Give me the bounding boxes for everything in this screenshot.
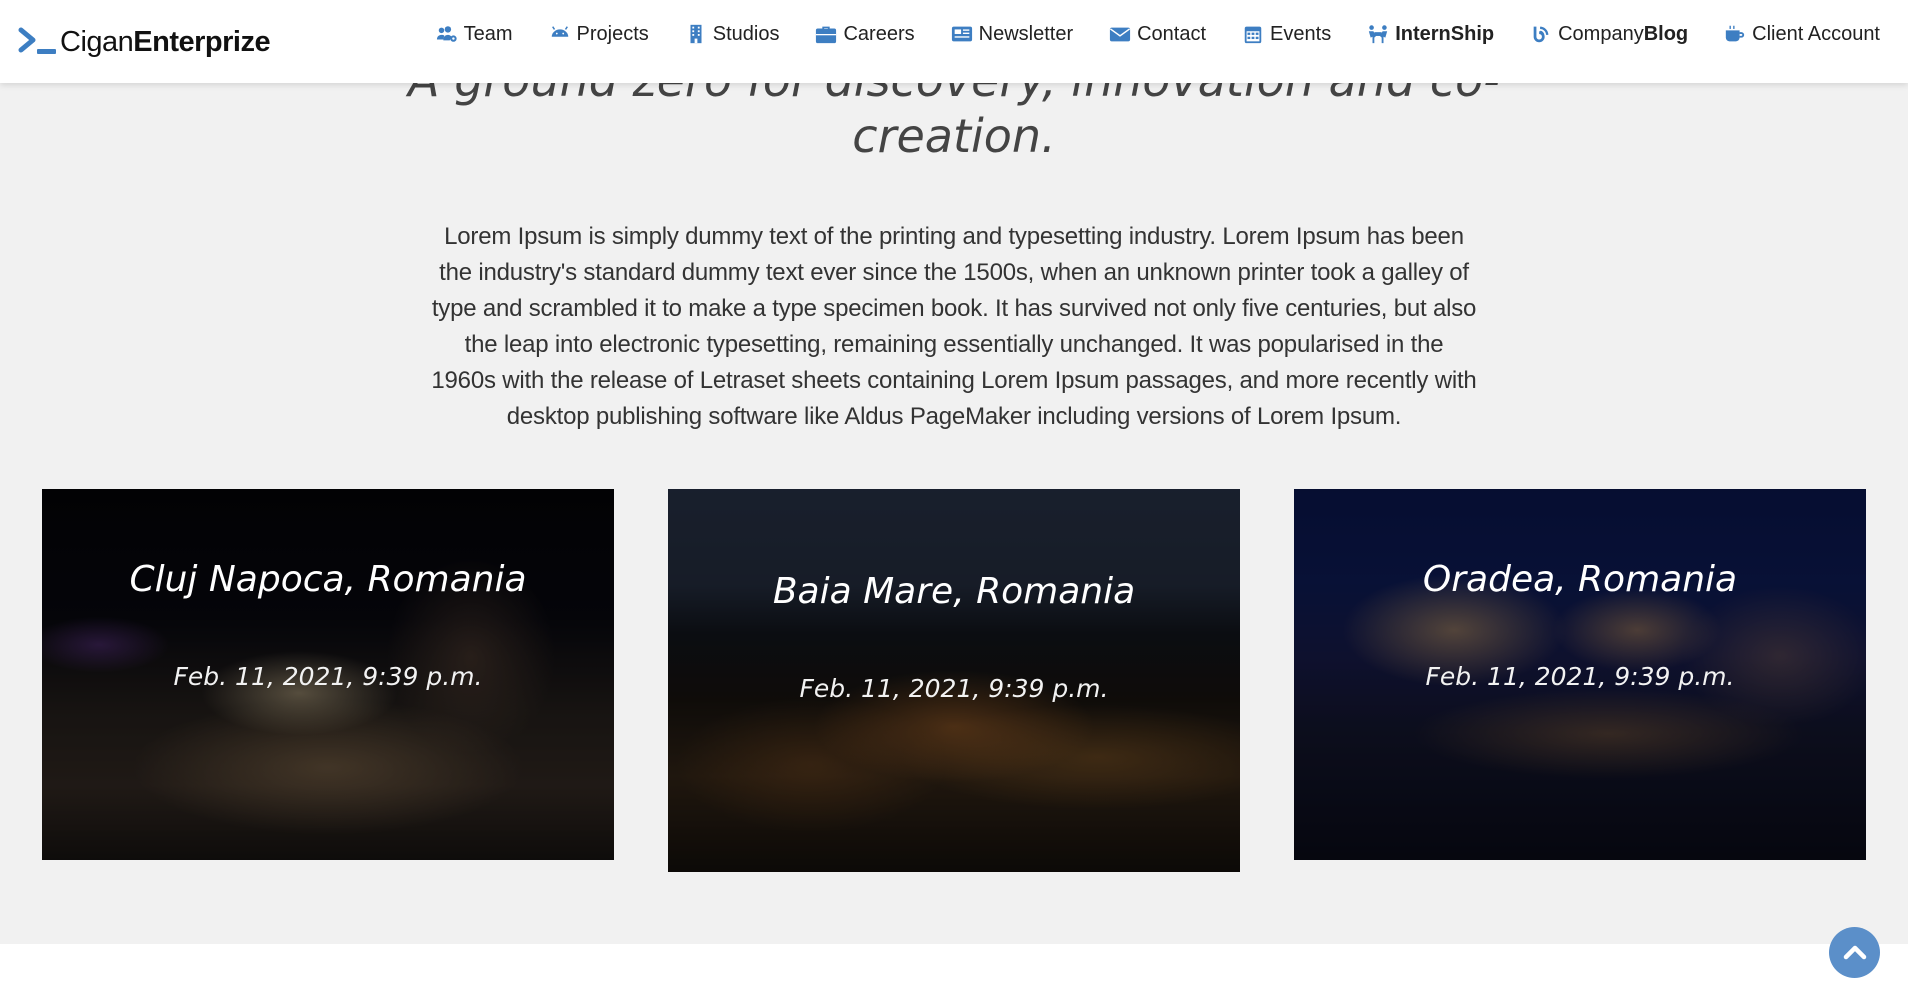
nav-item-label: InternShip — [1395, 22, 1495, 45]
users-cog-icon — [436, 26, 457, 42]
nav-item-label-bold: Blog — [1643, 22, 1689, 45]
people-carry-icon — [1369, 25, 1388, 44]
nav-item-label: Team — [463, 22, 513, 45]
briefcase-icon — [816, 26, 837, 44]
nav-item-label: Client Account — [1752, 22, 1880, 45]
terminal-prompt-icon — [18, 27, 56, 54]
page: A ground zero for discovery, innovation … — [0, 0, 1908, 1006]
brand-name-bold: Enterprize — [133, 25, 271, 58]
nav-item-newsletter[interactable]: Newsletter — [951, 23, 1073, 46]
nav-item-team[interactable]: Team — [436, 23, 513, 46]
android-icon — [551, 26, 568, 37]
nav-item-contact[interactable]: Contact — [1109, 23, 1206, 46]
coffee-icon — [1725, 25, 1745, 42]
nav-item-projects[interactable]: Projects — [549, 23, 649, 46]
blog-icon — [1533, 26, 1549, 43]
card-title: Cluj Napoca, Romania — [129, 559, 527, 600]
nav-item-label: CompanyBlog — [1558, 23, 1688, 46]
chevron-up-icon — [1843, 945, 1866, 959]
nav-item-client-account[interactable]: Client Account — [1724, 23, 1880, 46]
event-card-oradea[interactable]: Oradea, Romania Feb. 11, 2021, 9:39 p.m. — [1294, 489, 1866, 860]
newspaper-icon — [951, 26, 972, 42]
discovery-section: A ground zero for discovery, innovation … — [0, 0, 1908, 944]
nav-item-internship[interactable]: InternShip — [1367, 23, 1494, 46]
card-title: Baia Mare, Romania — [772, 571, 1136, 612]
brand-name-light: Cigan — [60, 25, 134, 58]
nav-item-company-blog[interactable]: CompanyBlog — [1530, 23, 1688, 46]
scroll-to-top-button[interactable] — [1829, 927, 1880, 978]
top-navbar: Cigan Enterprize Team Projects Studios Ca… — [0, 0, 1908, 83]
main-nav: Team Projects Studios Careers Newsletter… — [436, 0, 1880, 68]
nav-item-studios[interactable]: Studios — [685, 22, 780, 46]
building-icon — [690, 24, 702, 44]
brand-logo[interactable]: Cigan Enterprize — [18, 22, 271, 62]
section-body-text: Lorem Ipsum is simply dummy text of the … — [431, 223, 1477, 430]
event-card-cluj[interactable]: Cluj Napoca, Romania Feb. 11, 2021, 9:39… — [42, 489, 614, 860]
event-card-baia-mare[interactable]: Baia Mare, Romania Feb. 11, 2021, 9:39 p… — [668, 489, 1240, 872]
envelope-icon — [1110, 27, 1131, 42]
card-date: Feb. 11, 2021, 9:39 p.m. — [799, 674, 1109, 703]
calendar-icon — [1244, 26, 1262, 44]
nav-item-label: Events — [1270, 22, 1332, 45]
nav-item-label: Contact — [1137, 22, 1207, 45]
card-title: Oradea, Romania — [1422, 559, 1738, 600]
nav-item-label: Newsletter — [978, 22, 1074, 45]
nav-item-label: Studios — [712, 22, 780, 45]
card-date: Feb. 11, 2021, 9:39 p.m. — [1425, 662, 1735, 691]
nav-item-events[interactable]: Events — [1242, 23, 1331, 46]
nav-item-label-plain: Company — [1558, 22, 1644, 45]
nav-item-label: Projects — [576, 22, 649, 45]
card-date: Feb. 11, 2021, 9:39 p.m. — [173, 662, 483, 691]
nav-item-label: Careers — [843, 22, 915, 45]
nav-item-careers[interactable]: Careers — [815, 22, 915, 46]
